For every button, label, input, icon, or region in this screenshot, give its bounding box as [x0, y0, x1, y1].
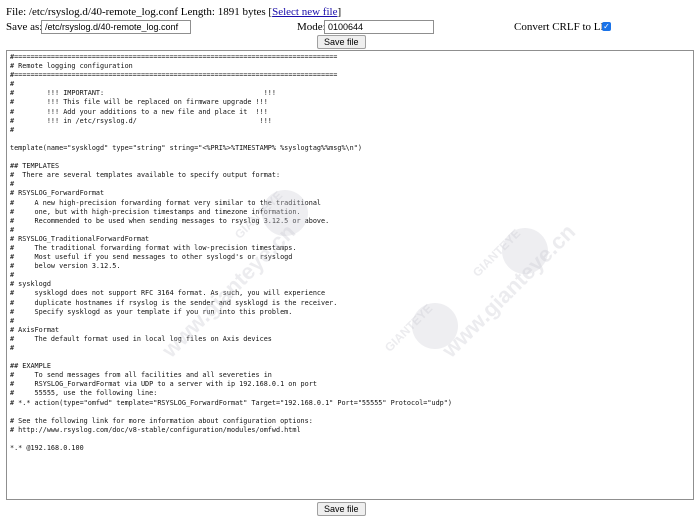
save-file-button-bottom[interactable]: Save file	[317, 502, 366, 516]
convert-crlf-label: Convert CRLF to LF:	[514, 21, 610, 33]
mode-input[interactable]	[324, 20, 434, 34]
mode-label: Mode:	[297, 21, 326, 33]
save-options-row: Save as: Mode: Convert CRLF to LF: ✓	[6, 20, 696, 36]
convert-crlf-checkbox[interactable]: ✓	[602, 22, 611, 31]
save-as-label: Save as:	[6, 21, 43, 33]
file-info-suffix: ]	[337, 6, 342, 18]
file-content-text[interactable]: #=======================================…	[7, 51, 693, 455]
select-new-file-link[interactable]: Select new file	[272, 6, 337, 18]
file-content-editor[interactable]: #=======================================…	[6, 50, 694, 500]
save-as-input[interactable]	[41, 20, 191, 34]
file-info: File: /etc/rsyslog.d/40-remote_log.conf …	[6, 6, 341, 18]
file-info-text: File: /etc/rsyslog.d/40-remote_log.conf …	[6, 6, 273, 18]
save-file-button-top[interactable]: Save file	[317, 35, 366, 49]
